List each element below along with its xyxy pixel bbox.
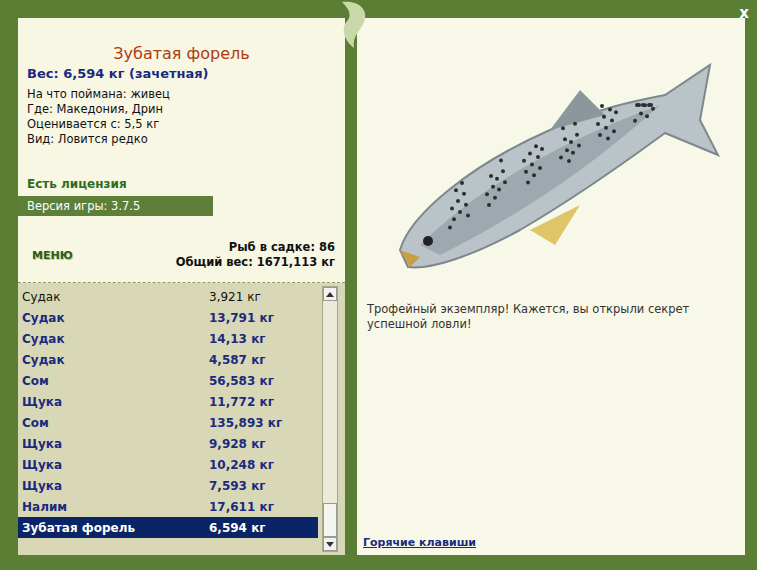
hotkeys-link[interactable]: Горячие клавиши <box>363 536 737 549</box>
scrollbar[interactable] <box>322 286 338 552</box>
fish-weight-cell: 13,791 кг <box>209 311 318 325</box>
scroll-down-button[interactable] <box>323 537 337 551</box>
left-panel: Зубатая форель Вес: 6,594 кг (зачетная) На… <box>18 18 345 555</box>
fish-weight-cell: 9,928 кг <box>209 437 318 451</box>
fish-name: Щука <box>18 479 209 493</box>
cage-summary: Рыб в садке: 86Общий вес: 1671,113 кг <box>176 240 335 270</box>
trout-icon <box>380 45 720 285</box>
catch-row[interactable]: Судак13,791 кг <box>18 307 318 328</box>
fish-name: Зубатая форель <box>18 521 209 535</box>
fish-name: Налим <box>18 500 209 514</box>
scroll-thumb[interactable] <box>323 503 337 537</box>
version-bar: Версия игры: 3.7.5 <box>18 196 213 216</box>
fish-weight-cell: 14,13 кг <box>209 332 318 346</box>
menu-button[interactable]: МЕНЮ <box>32 249 73 262</box>
detail-line: Где: Македония, Дрин <box>27 102 345 117</box>
cage-total: Общий вес: 1671,113 кг <box>176 255 335 270</box>
fish-weight-cell: 11,772 кг <box>209 395 318 409</box>
bottom-row: МЕНЮ Рыб в садке: 86Общий вес: 1671,113 к… <box>18 240 345 282</box>
fish-name: Сом <box>18 416 209 430</box>
catch-row[interactable]: Щука9,928 кг <box>18 433 318 454</box>
fish-weight-cell: 17,611 кг <box>209 500 318 514</box>
fish-info: Зубатая форель Вес: 6,594 кг (зачетная) На… <box>18 18 345 283</box>
fish-weight-cell: 135,893 кг <box>209 416 318 430</box>
fish-name: Судак <box>18 290 209 304</box>
close-button[interactable]: x <box>739 4 749 22</box>
catch-rows: Судак3,921 кгСудак13,791 кгСудак14,13 кг… <box>18 286 318 552</box>
up-arrow-icon <box>326 292 334 297</box>
detail-line: Вид: Ловится редко <box>27 132 345 147</box>
detail-line: Оценивается с: 5,5 кг <box>27 117 345 132</box>
cage-count: Рыб в садке: 86 <box>176 240 335 255</box>
down-arrow-icon <box>326 542 334 547</box>
fish-name: Щука <box>18 458 209 472</box>
catch-row[interactable]: Налим17,611 кг <box>18 496 318 517</box>
scroll-spacer <box>323 301 337 503</box>
scroll-track[interactable] <box>323 301 337 537</box>
license-status: Есть лицензия <box>27 177 345 191</box>
fish-weight-cell: 4,587 кг <box>209 353 318 367</box>
catch-row[interactable]: Сом135,893 кг <box>18 412 318 433</box>
fish-weight-cell: 56,583 кг <box>209 374 318 388</box>
fish-name: Щука <box>18 437 209 451</box>
fish-name: Судак <box>18 311 209 325</box>
fish-weight-cell: 3,921 кг <box>209 290 318 304</box>
catch-row[interactable]: Зубатая форель6,594 кг <box>18 517 318 538</box>
fish-details: На что поймана: живецГде: Македония, Дри… <box>27 87 345 147</box>
catch-row[interactable]: Сом56,583 кг <box>18 370 318 391</box>
fish-weight-cell: 10,248 кг <box>209 458 318 472</box>
fish-name: Щука <box>18 395 209 409</box>
scroll-up-button[interactable] <box>323 287 337 301</box>
fish-weight-cell: 6,594 кг <box>209 521 318 535</box>
catch-row[interactable]: Судак14,13 кг <box>18 328 318 349</box>
catch-message: Трофейный экземпляр! Кажется, вы открыли… <box>367 302 707 332</box>
fish-picture <box>363 40 737 290</box>
catch-row[interactable]: Щука11,772 кг <box>18 391 318 412</box>
fish-name: Судак <box>18 353 209 367</box>
leaf-icon <box>334 0 374 50</box>
fish-name: Судак <box>18 332 209 346</box>
right-panel: Трофейный экземпляр! Кажется, вы открыли… <box>357 18 745 555</box>
fish-weight: Вес: 6,594 кг (зачетная) <box>27 66 345 81</box>
catch-list: Судак3,921 кгСудак13,791 кгСудак14,13 кг… <box>18 283 345 555</box>
fish-weight-cell: 7,593 кг <box>209 479 318 493</box>
catch-row[interactable]: Судак4,587 кг <box>18 349 318 370</box>
fish-title: Зубатая форель <box>18 44 345 63</box>
detail-line: На что поймана: живец <box>27 87 345 102</box>
catch-row[interactable]: Судак3,921 кг <box>18 286 318 307</box>
fish-name: Сом <box>18 374 209 388</box>
catch-row[interactable]: Щука10,248 кг <box>18 454 318 475</box>
catch-row[interactable]: Щука7,593 кг <box>18 475 318 496</box>
